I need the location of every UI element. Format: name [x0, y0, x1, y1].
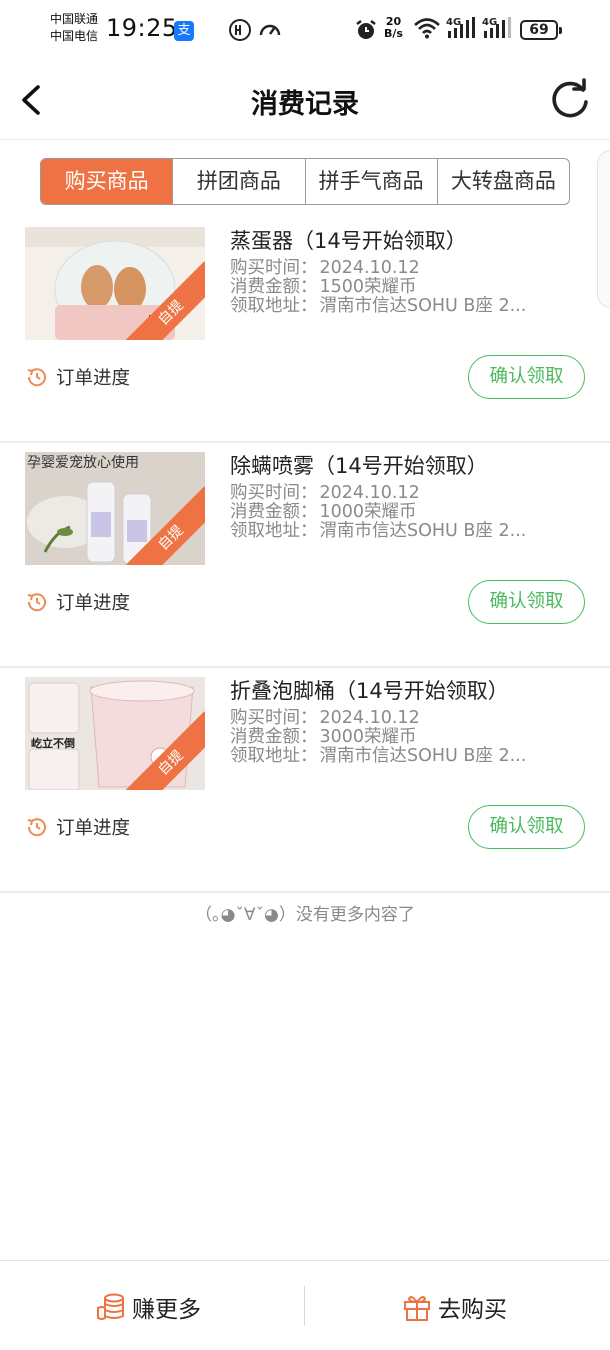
spend-amount-value: 1000荣耀币 — [319, 502, 417, 522]
earn-more-label: 赚更多 — [132, 1297, 201, 1323]
tab-group-buy[interactable]: 拼团商品 — [172, 159, 304, 204]
speedometer-icon — [259, 24, 281, 36]
product-title: 蒸蛋器（14号开始领取） — [230, 229, 467, 253]
alipay-icon: 支 — [174, 21, 194, 41]
signal-bars-icon — [484, 17, 511, 38]
spend-amount-label: 消费金额： — [230, 502, 318, 522]
spend-amount-value: 1500荣耀币 — [319, 277, 417, 297]
net-speed: 20 B/s — [384, 16, 403, 40]
confirm-pickup-button[interactable]: 确认领取 — [468, 355, 585, 399]
nav-header: 消费记录 — [0, 62, 610, 140]
confirm-pickup-button[interactable]: 确认领取 — [468, 805, 585, 849]
refresh-button[interactable] — [548, 78, 592, 122]
spend-amount-value: 3000荣耀币 — [319, 727, 417, 747]
tab-wheel[interactable]: 大转盘商品 — [436, 159, 569, 204]
product-image-egg-steamer[interactable]: 自提 — [25, 227, 205, 340]
pickup-address-value: 渭南市信达SOHU B座 2... — [319, 521, 527, 541]
confirm-pickup-button[interactable]: 确认领取 — [468, 580, 585, 624]
category-tabs: 购买商品 拼团商品 拼手气商品 大转盘商品 — [40, 158, 570, 205]
purchase-time-value: 2024.10.12 — [319, 258, 420, 278]
order-card: 屹立不倒 自提 折叠泡脚桶（14号开始领取） 购买时间： 2024.10.12 消… — [0, 667, 610, 893]
history-clock-icon — [27, 368, 46, 387]
carrier-1: 中国联通 — [50, 12, 99, 26]
spend-amount: 消费金额： 3000荣耀币 — [230, 727, 417, 747]
thumb-caption: 孕婴爱宠放心使用 — [27, 455, 139, 471]
hd-call-icon — [229, 19, 251, 41]
alarm-icon — [356, 20, 376, 39]
product-image-foot-bucket[interactable]: 屹立不倒 自提 — [25, 677, 205, 790]
purchase-time-label: 购买时间： — [230, 483, 318, 503]
go-buy-label: 去购买 — [438, 1297, 507, 1323]
pickup-address-label: 领取地址： — [230, 296, 318, 316]
purchase-time-label: 购买时间： — [230, 708, 318, 728]
purchase-time-value: 2024.10.12 — [319, 483, 420, 503]
pickup-address-label: 领取地址： — [230, 521, 318, 541]
wifi-icon — [414, 18, 440, 39]
product-image-mite-spray[interactable]: 孕婴爱宠放心使用 自提 — [25, 452, 205, 565]
order-progress-label: 订单进度 — [56, 818, 131, 839]
spend-amount-label: 消费金额： — [230, 277, 318, 297]
product-title: 折叠泡脚桶（14号开始领取） — [230, 679, 509, 703]
bottom-divider — [304, 1286, 305, 1326]
purchase-time: 购买时间： 2024.10.12 — [230, 258, 420, 278]
order-progress-label: 订单进度 — [56, 368, 131, 389]
purchase-time-label: 购买时间： — [230, 258, 318, 278]
signal-bars-icon — [448, 17, 475, 38]
battery-indicator: 69 — [520, 20, 562, 40]
pickup-address-value: 渭南市信达SOHU B座 2... — [319, 296, 527, 316]
carrier-names: 中国联通 中国电信 — [50, 11, 98, 45]
tab-lucky-draw[interactable]: 拼手气商品 — [304, 159, 437, 204]
earn-more-button[interactable]: 赚更多 — [96, 1291, 201, 1323]
page-title: 消费记录 — [251, 89, 359, 120]
history-clock-icon — [27, 593, 46, 612]
go-buy-button[interactable]: 去购买 — [402, 1291, 507, 1323]
no-more-content-text: （｡◕ˇ∀ˇ◕）没有更多内容了 — [195, 905, 415, 925]
pickup-address: 领取地址： 渭南市信达SOHU B座 2... — [230, 746, 526, 766]
order-card: 孕婴爱宠放心使用 自提 除螨喷雾（14号开始领取） 购买时间： 2024.10.1… — [0, 442, 610, 668]
tab-purchased[interactable]: 购买商品 — [41, 159, 173, 204]
purchase-time: 购买时间： 2024.10.12 — [230, 708, 420, 728]
status-bar: 中国联通 中国电信 19:25 支 20 B/s 4G 4G 69 — [0, 0, 610, 62]
pickup-address: 领取地址： 渭南市信达SOHU B座 2... — [230, 521, 526, 541]
order-card: 自提 蒸蛋器（14号开始领取） 购买时间： 2024.10.12 消费金额： 150… — [0, 217, 610, 443]
purchase-time: 购买时间： 2024.10.12 — [230, 483, 420, 503]
spend-amount: 消费金额： 1000荣耀币 — [230, 502, 417, 522]
carrier-2: 中国电信 — [50, 29, 99, 43]
spend-amount-label: 消费金额： — [230, 727, 318, 747]
thumb-caption: 屹立不倒 — [31, 737, 75, 750]
pickup-address-label: 领取地址： — [230, 746, 318, 766]
order-progress-link[interactable]: 订单进度 — [25, 814, 130, 840]
pickup-address-value: 渭南市信达SOHU B座 2... — [319, 746, 527, 766]
history-clock-icon — [27, 818, 46, 837]
purchase-time-value: 2024.10.12 — [319, 708, 420, 728]
order-progress-link[interactable]: 订单进度 — [25, 589, 130, 615]
pickup-address: 领取地址： 渭南市信达SOHU B座 2... — [230, 296, 526, 316]
bottom-action-bar: 赚更多 去购买 — [0, 1260, 610, 1350]
order-progress-link[interactable]: 订单进度 — [25, 364, 130, 390]
gift-icon — [404, 1296, 430, 1321]
order-progress-label: 订单进度 — [56, 593, 131, 614]
net-speed-unit: B/s — [384, 27, 403, 40]
coin-stack-icon — [97, 1293, 124, 1320]
spend-amount: 消费金额： 1500荣耀币 — [230, 277, 417, 297]
status-time: 19:25 — [106, 14, 178, 42]
product-title: 除螨喷雾（14号开始领取） — [230, 454, 488, 478]
